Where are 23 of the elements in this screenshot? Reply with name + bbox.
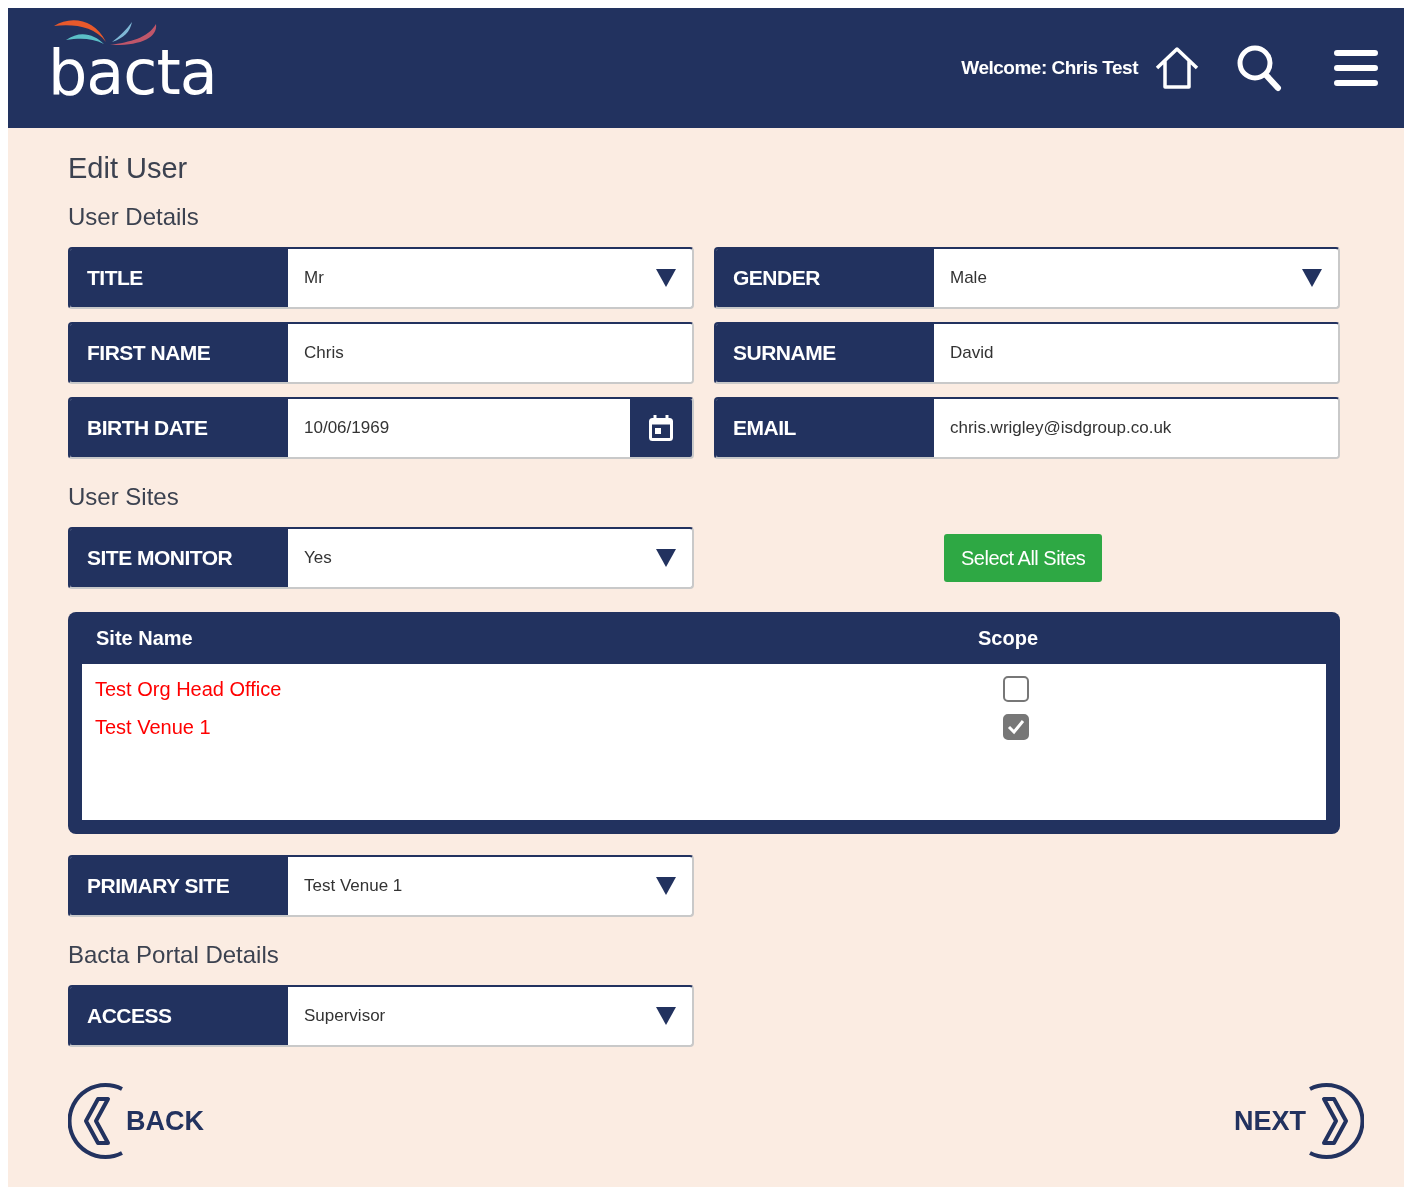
next-button[interactable]: NEXT <box>1234 1081 1364 1161</box>
section-heading: Bacta Portal Details <box>68 941 280 969</box>
menu-icon <box>1334 49 1378 87</box>
welcome-text: Welcome: Chris Test <box>961 57 1138 79</box>
logo-text: bacta <box>48 42 217 104</box>
site-name-cell-text: Test Venue 1 <box>94 715 212 739</box>
back-chevron-icon <box>68 1081 126 1161</box>
column-header: Scope <box>978 626 1039 650</box>
section-heading: User Details <box>68 203 200 231</box>
section-heading: User Sites <box>68 483 180 511</box>
menu-button[interactable] <box>1334 49 1378 87</box>
next-chevron-icon <box>1306 1081 1364 1161</box>
back-button[interactable]: BACK <box>68 1081 204 1161</box>
check-icon <box>1007 719 1025 735</box>
column-header: Site Name <box>96 626 194 650</box>
scope-checkbox[interactable] <box>1003 676 1029 702</box>
page-title: Edit User <box>68 152 189 185</box>
site-name-cell-text: Test Org Head Office <box>94 677 283 701</box>
home-button[interactable] <box>1154 46 1200 90</box>
search-button[interactable] <box>1236 44 1282 92</box>
scope-checkbox[interactable] <box>1003 714 1029 740</box>
home-icon <box>1154 46 1200 90</box>
search-icon <box>1236 44 1282 92</box>
